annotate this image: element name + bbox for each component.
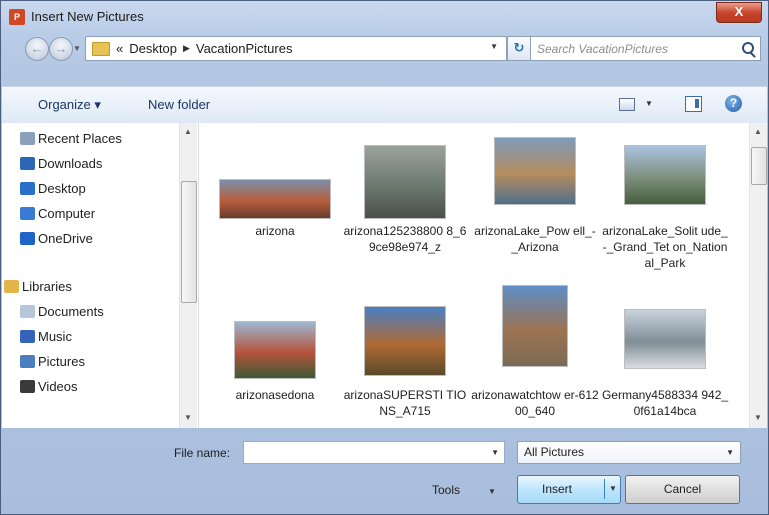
command-toolbar: Organize ▾ New folder ▼ ? <box>2 86 767 124</box>
insert-button[interactable]: Insert ▼ <box>517 475 621 504</box>
nav-item-label: Desktop <box>38 181 86 196</box>
file-name[interactable]: arizonaLake_Pow ell_-_Arizona <box>471 223 599 255</box>
nav-item-libraries[interactable]: Libraries <box>4 279 72 294</box>
file-name[interactable]: arizona <box>211 223 339 239</box>
onedrive-icon <box>20 232 35 245</box>
file-list: arizona arizona125238800 8_69ce98e974_z ar… <box>199 123 767 428</box>
desktop-icon <box>20 182 35 195</box>
picture-thumbnail[interactable] <box>219 179 331 219</box>
breadcrumb-vacationpictures[interactable]: VacationPictures <box>196 41 293 56</box>
picture-thumbnail[interactable] <box>364 145 446 219</box>
insert-options-arrow-icon[interactable]: ▼ <box>609 484 617 493</box>
nav-item-label: OneDrive <box>38 231 93 246</box>
music-icon <box>20 330 35 343</box>
pictures-icon <box>20 355 35 368</box>
file-name[interactable]: arizonawatchtow er-61200_640 <box>471 387 599 419</box>
nav-item-label: Pictures <box>38 354 85 369</box>
file-name[interactable]: arizonaLake_Solit ude_-_Grand_Tet on_Nat… <box>601 223 729 271</box>
nav-item-label: Libraries <box>22 279 72 294</box>
scroll-down-icon[interactable]: ▼ <box>754 413 762 422</box>
nav-item-onedrive[interactable]: OneDrive <box>20 231 93 246</box>
tools-dropdown-icon[interactable]: ▼ <box>488 487 496 496</box>
folder-icon <box>92 41 110 56</box>
file-name[interactable]: arizonaSUPERSTI TIONS_A715 <box>341 387 469 419</box>
view-options-arrow-icon[interactable]: ▼ <box>645 99 653 108</box>
nav-scrollbar[interactable]: ▲ ▼ <box>179 123 197 428</box>
file-name[interactable]: Germany4588334 942_0f61a14bca <box>601 387 729 419</box>
help-icon[interactable]: ? <box>725 95 742 112</box>
picture-thumbnail[interactable] <box>502 285 568 367</box>
nav-item-pictures[interactable]: Pictures <box>20 354 85 369</box>
title-bar: P Insert New Pictures X <box>1 1 768 31</box>
nav-item-label: Videos <box>38 379 78 394</box>
scroll-down-icon[interactable]: ▼ <box>184 413 192 422</box>
breadcrumb-desktop[interactable]: Desktop <box>129 41 177 56</box>
file-name-label: File name: <box>174 446 231 460</box>
nav-item-label: Documents <box>38 304 104 319</box>
downloads-icon <box>20 157 35 170</box>
breadcrumb-separator-icon[interactable]: ▶ <box>183 43 190 54</box>
nav-scroll-thumb[interactable] <box>181 181 197 303</box>
nav-item-label: Computer <box>38 206 96 221</box>
scroll-up-icon[interactable]: ▲ <box>754 127 762 136</box>
search-input[interactable]: Search VacationPictures <box>530 36 761 61</box>
back-button[interactable]: ← <box>25 37 49 61</box>
file-type-filter-value: All Pictures <box>524 445 585 459</box>
forward-button[interactable]: → <box>49 37 73 61</box>
nav-item-computer[interactable]: Computer <box>20 206 96 221</box>
search-icon[interactable] <box>742 42 754 54</box>
nav-item-recent-places[interactable]: Recent Places <box>20 131 122 146</box>
recent-places-icon <box>20 132 35 145</box>
new-folder-button[interactable]: New folder <box>148 97 210 112</box>
libraries-icon <box>4 280 19 293</box>
nav-item-label: Recent Places <box>38 131 122 146</box>
cancel-button[interactable]: Cancel <box>625 475 740 504</box>
file-name[interactable]: arizonasedona <box>211 387 339 403</box>
insert-pictures-dialog: P Insert New Pictures X ← → ▼ « Desktop … <box>0 0 769 515</box>
picture-thumbnail[interactable] <box>234 321 316 379</box>
close-button[interactable]: X <box>716 2 762 23</box>
tools-button[interactable]: Tools <box>432 483 460 497</box>
nav-item-label: Music <box>38 329 72 344</box>
nav-item-music[interactable]: Music <box>20 329 72 344</box>
picture-thumbnail[interactable] <box>624 309 706 369</box>
computer-icon <box>20 207 35 220</box>
preview-pane-icon[interactable] <box>685 96 702 112</box>
change-view-icon[interactable] <box>619 98 635 111</box>
nav-item-downloads[interactable]: Downloads <box>20 156 103 171</box>
refresh-button[interactable]: ↻ <box>507 36 531 61</box>
chevron-down-icon: ▼ <box>726 448 734 457</box>
organize-button[interactable]: Organize ▾ <box>38 97 101 113</box>
powerpoint-icon: P <box>9 9 25 25</box>
address-row: ← → ▼ « Desktop ▶ VacationPictures ▼ ↻ S… <box>1 31 768 65</box>
navigation-pane: Recent Places Downloads Desktop Computer One… <box>2 123 199 428</box>
nav-item-desktop[interactable]: Desktop <box>20 181 86 196</box>
file-list-scrollbar[interactable]: ▲ ▼ <box>749 123 767 428</box>
file-name-dropdown-icon[interactable]: ▼ <box>491 448 499 457</box>
nav-item-documents[interactable]: Documents <box>20 304 104 319</box>
file-name-field[interactable]: ▼ <box>243 441 505 464</box>
scroll-up-icon[interactable]: ▲ <box>184 127 192 136</box>
picture-thumbnail[interactable] <box>364 306 446 376</box>
file-list-scroll-thumb[interactable] <box>751 147 767 185</box>
file-name[interactable]: arizona125238800 8_69ce98e974_z <box>341 223 469 255</box>
videos-icon <box>20 380 35 393</box>
address-prefix[interactable]: « <box>116 41 123 56</box>
picture-thumbnail[interactable] <box>494 137 576 205</box>
search-placeholder: Search VacationPictures <box>537 42 668 56</box>
split-divider <box>604 479 605 499</box>
address-dropdown-icon[interactable]: ▼ <box>490 42 498 51</box>
address-bar[interactable]: « Desktop ▶ VacationPictures ▼ <box>85 36 507 61</box>
recent-locations-arrow-icon[interactable]: ▼ <box>73 44 81 53</box>
nav-item-videos[interactable]: Videos <box>20 379 78 394</box>
nav-item-label: Downloads <box>38 156 103 171</box>
documents-icon <box>20 305 35 318</box>
insert-button-label: Insert <box>542 482 573 496</box>
file-type-filter[interactable]: All Pictures ▼ <box>517 441 741 464</box>
picture-thumbnail[interactable] <box>624 145 706 205</box>
window-title: Insert New Pictures <box>31 9 144 24</box>
